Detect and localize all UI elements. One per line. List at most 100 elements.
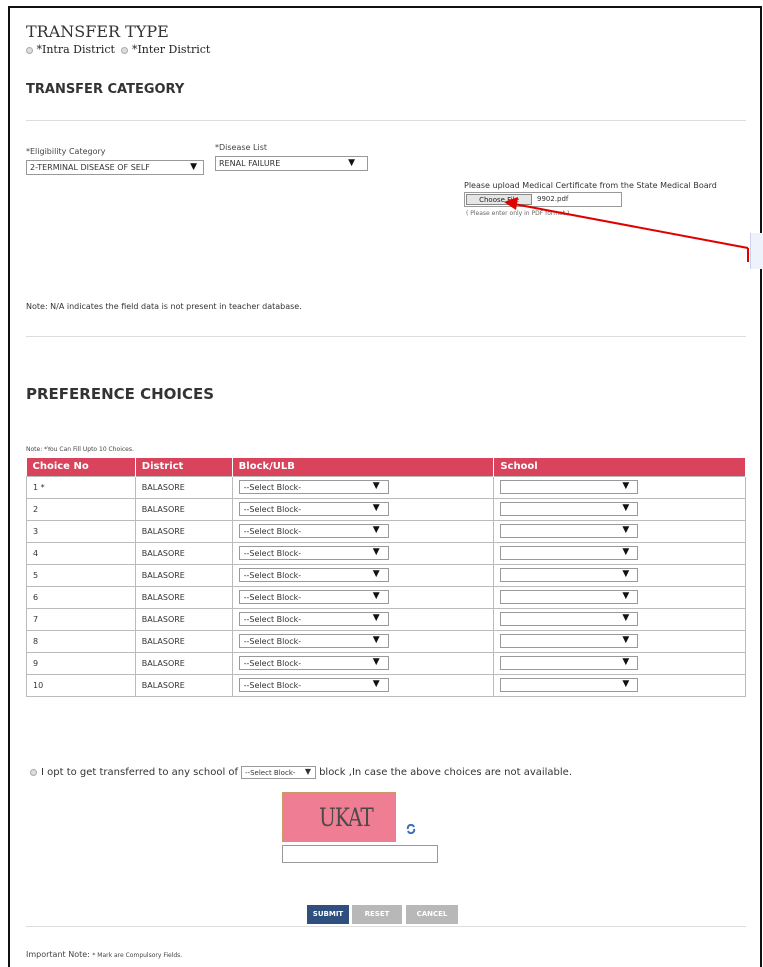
chevron-down-icon: ▼ (622, 657, 630, 667)
district: BALASORE (134, 519, 233, 543)
block-value: --Select Block- (243, 505, 302, 514)
transfer-category-title: TRANSFER CATEGORY (26, 82, 185, 97)
inter-district-label: *Inter District (131, 43, 211, 56)
eligibility-value: 2-TERMINAL DISEASE OF SELF (30, 163, 150, 172)
column-header: Choice No (26, 458, 136, 476)
district: BALASORE (134, 475, 233, 499)
block-select[interactable]: --Select Block- ▼ (238, 612, 389, 626)
choice-no: 8 (26, 629, 136, 653)
intra-district-radio[interactable] (26, 46, 33, 54)
district: BALASORE (134, 651, 233, 675)
important-note-label: Important Note: (26, 950, 90, 959)
district: BALASORE (134, 497, 233, 521)
block-value: --Select Block- (243, 681, 302, 690)
district: BALASORE (134, 629, 233, 653)
choice-no: 1 * (26, 475, 136, 499)
chevron-down-icon: ▼ (372, 613, 380, 623)
preference-table: Choice No District Block/ULB School 1 * … (26, 458, 746, 697)
block-value: --Select Block- (243, 549, 302, 558)
captcha-image: UKAT (282, 792, 396, 842)
eligibility-label: *Eligibility Category (26, 147, 106, 156)
chevron-down-icon: ▼ (348, 158, 355, 168)
eligibility-select[interactable]: 2-TERMINAL DISEASE OF SELF ▼ (26, 160, 204, 175)
opt-block-value: --Select Block- (245, 769, 296, 777)
inter-district-radio[interactable] (121, 46, 129, 54)
choice-no: 10 (26, 673, 136, 697)
chevron-down-icon: ▼ (190, 162, 197, 172)
opt-block-select[interactable]: --Select Block- ▼ (241, 766, 317, 779)
chevron-down-icon: ▼ (622, 525, 630, 535)
table-row: 8 BALASORE --Select Block- ▼ ▼ (26, 629, 746, 653)
block-select[interactable]: --Select Block- ▼ (238, 634, 389, 648)
chevron-down-icon: ▼ (372, 525, 380, 535)
important-note: Important Note: * Mark are Compulsory Fi… (26, 950, 182, 959)
school-select[interactable]: ▼ (500, 568, 639, 582)
school-select[interactable]: ▼ (500, 634, 639, 648)
chevron-down-icon: ▼ (304, 767, 312, 776)
chevron-down-icon: ▼ (622, 569, 630, 579)
school-select[interactable]: ▼ (500, 590, 639, 604)
block-select[interactable]: --Select Block- ▼ (238, 546, 389, 560)
submit-button[interactable]: SUBMIT (307, 905, 349, 924)
block-value: --Select Block- (243, 593, 302, 602)
district: BALASORE (134, 585, 233, 609)
chevron-down-icon: ▼ (372, 657, 380, 667)
school-select[interactable]: ▼ (500, 546, 639, 560)
chevron-down-icon: ▼ (372, 591, 380, 601)
choice-no: 9 (26, 651, 136, 675)
block-select[interactable]: --Select Block- ▼ (238, 568, 389, 582)
school-select[interactable]: ▼ (500, 656, 639, 670)
block-select[interactable]: --Select Block- ▼ (238, 524, 389, 538)
table-row: 10 BALASORE --Select Block- ▼ ▼ (26, 673, 746, 697)
transfer-type-options: *Intra District *Inter District (26, 43, 210, 56)
block-select[interactable]: --Select Block- ▼ (238, 502, 389, 516)
table-row: 2 BALASORE --Select Block- ▼ ▼ (26, 497, 746, 521)
disease-value: RENAL FAILURE (219, 159, 281, 168)
chevron-down-icon: ▼ (622, 635, 630, 645)
opt-transfer-row: I opt to get transferred to any school o… (30, 766, 572, 779)
annotation-arrow-icon (504, 197, 749, 262)
opt-transfer-radio[interactable] (30, 769, 37, 776)
block-value: --Select Block- (243, 483, 302, 492)
chevron-down-icon: ▼ (622, 503, 630, 513)
chevron-down-icon: ▼ (372, 569, 380, 579)
column-header: School (493, 458, 746, 476)
preference-note: Note: *You Can Fill Upto 10 Choices. (26, 446, 134, 453)
column-header: District (135, 458, 233, 476)
cancel-button[interactable]: CANCEL (406, 905, 458, 924)
refresh-icon[interactable] (406, 824, 416, 834)
table-row: 1 * BALASORE --Select Block- ▼ ▼ (26, 475, 746, 499)
school-select[interactable]: ▼ (500, 678, 639, 692)
school-select[interactable]: ▼ (500, 502, 639, 516)
school-select[interactable]: ▼ (500, 612, 639, 626)
choice-no: 6 (26, 585, 136, 609)
choice-no: 5 (26, 563, 136, 587)
table-header-row: Choice No District Block/ULB School (26, 458, 746, 476)
chevron-down-icon: ▼ (622, 481, 630, 491)
chevron-down-icon: ▼ (372, 481, 380, 491)
captcha-text: UKAT (319, 802, 374, 832)
disease-label: *Disease List (215, 143, 267, 152)
annotation-box (750, 233, 763, 269)
choice-no: 7 (26, 607, 136, 631)
divider (26, 336, 746, 337)
block-select[interactable]: --Select Block- ▼ (238, 590, 389, 604)
choice-no: 2 (26, 497, 136, 521)
school-select[interactable]: ▼ (500, 524, 639, 538)
captcha-input[interactable] (282, 845, 438, 863)
choice-no: 4 (26, 541, 136, 565)
divider (26, 926, 746, 927)
table-row: 3 BALASORE --Select Block- ▼ ▼ (26, 519, 746, 543)
block-value: --Select Block- (243, 637, 302, 646)
na-note: Note: N/A indicates the field data is no… (26, 302, 302, 311)
divider (26, 120, 746, 121)
block-value: --Select Block- (243, 659, 302, 668)
block-select[interactable]: --Select Block- ▼ (238, 678, 389, 692)
block-select[interactable]: --Select Block- ▼ (238, 480, 389, 494)
block-select[interactable]: --Select Block- ▼ (238, 656, 389, 670)
disease-select[interactable]: RENAL FAILURE ▼ (215, 156, 368, 171)
reset-button[interactable]: RESET (352, 905, 402, 924)
school-select[interactable]: ▼ (500, 480, 639, 494)
important-note-text: * Mark are Compulsory Fields. (92, 952, 183, 959)
opt-text-after: block ,In case the above choices are not… (319, 767, 573, 778)
